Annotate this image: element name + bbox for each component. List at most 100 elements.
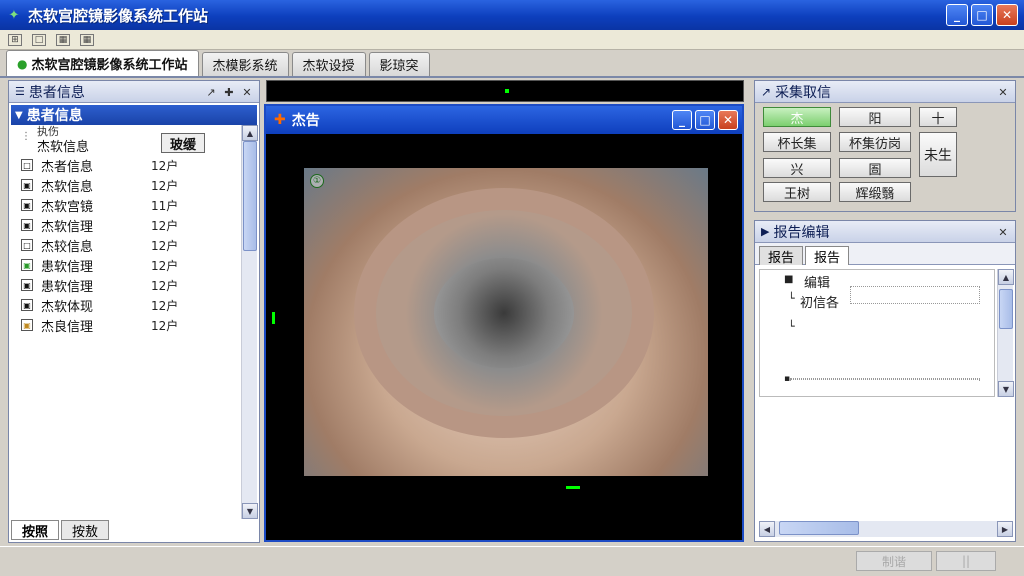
collect-mode-button[interactable]: 杯集彷岗 <box>839 132 911 152</box>
capture-panel-header: ↗ 采集取信 ✕ <box>755 81 1015 103</box>
row-value: 11户 <box>151 198 179 213</box>
tab-workstation[interactable]: ● 杰软宫腔镜影像系统工作站 <box>6 50 199 76</box>
collect-button[interactable]: 杯长集 <box>763 132 831 152</box>
plus-button[interactable]: 十 <box>919 107 957 127</box>
tab-imaging[interactable]: 杰模影系统 <box>201 52 289 76</box>
layout-alt-icon[interactable]: ▦ <box>80 33 94 46</box>
collapse-icon: ▼ <box>15 109 23 121</box>
export-button[interactable]: 兴 <box>763 158 831 178</box>
tree-item-edit[interactable]: 编辑 <box>804 272 830 291</box>
unset-button[interactable]: 未生 <box>919 132 957 177</box>
endoscope-video-frame[interactable]: ① <box>304 168 708 476</box>
hscroll-thumb[interactable] <box>779 521 859 535</box>
add-icon[interactable]: ✚ <box>221 84 237 100</box>
patient-section-header[interactable]: ▼ 患者信息 <box>11 105 257 125</box>
row-icon: ▣ <box>21 279 33 291</box>
list-item[interactable]: ▣ 患软信理 12户 <box>11 255 239 275</box>
left-marker <box>272 312 275 324</box>
video-close-button[interactable]: ✕ <box>718 110 738 130</box>
maximize-button[interactable]: □ <box>971 4 993 26</box>
row-value: 12户 <box>151 278 179 293</box>
patient-panel-title: 患者信息 <box>28 84 85 101</box>
window-icon[interactable]: □ <box>32 33 46 46</box>
report-hscrollbar[interactable]: ◀ ▶ <box>759 521 1013 537</box>
minimize-button[interactable]: _ <box>946 4 968 26</box>
tree-dots-icon: ⋮ <box>21 131 31 142</box>
tree-divider <box>790 378 980 380</box>
workstation-icon: ● <box>17 56 28 71</box>
capture-panel-title: 采集取信 <box>775 84 832 101</box>
tree-node-icon: ■ <box>784 274 794 285</box>
scroll-up-icon[interactable]: ▲ <box>998 269 1014 285</box>
row-label: 杰软信理 <box>41 219 94 235</box>
freeze-button[interactable]: 阳 <box>839 107 911 127</box>
pin-icon[interactable]: ↗ <box>203 84 219 100</box>
patient-panel: ☰ 患者信息 ↗ ✚ ✕ ▼ 患者信息 执伤 ⋮ 杰软信息 玻缓 □ 杰者信息 12… <box>8 80 260 543</box>
report-tree[interactable]: ■ 编辑 └ 初信各 └ ▪ <box>759 269 995 397</box>
capture-button[interactable]: 杰 <box>763 107 831 127</box>
row-icon: ▣ <box>21 179 33 191</box>
image-button[interactable]: 圄 <box>839 158 911 178</box>
list-item[interactable]: ▣ 杰软信理 12户 <box>11 215 239 235</box>
video-restore-button[interactable]: □ <box>695 110 715 130</box>
list-item[interactable]: □ 杰者信息 12户 <box>11 155 239 175</box>
status-box-left: 制谐 <box>856 551 932 571</box>
tab-by-search[interactable]: 按敖 <box>61 520 110 540</box>
list-item[interactable]: ▣ 杰软宫镜 11户 <box>11 195 239 215</box>
row-icon: ▣ <box>21 259 33 271</box>
tab-images[interactable]: 影琼突 <box>368 52 430 76</box>
tab-by-order[interactable]: 按照 <box>11 520 60 540</box>
tab-report-active[interactable]: 报告 <box>805 246 850 266</box>
scroll-thumb[interactable] <box>243 141 257 251</box>
row-label: 患软信理 <box>41 279 94 295</box>
row-icon: ▣ <box>21 199 33 211</box>
list-item[interactable]: ▣ 杰软信息 12户 <box>11 175 239 195</box>
scroll-down-icon[interactable]: ▼ <box>242 503 258 519</box>
tree-branch-icon: └ <box>788 320 795 333</box>
scroll-left-icon[interactable]: ◀ <box>759 521 775 537</box>
grid-icon[interactable]: ⊞ <box>8 33 22 46</box>
list-item[interactable]: ▣ 患软信理 12户 <box>11 275 239 295</box>
video-window: ✚ 杰告 _ □ ✕ ① <box>264 104 744 542</box>
scroll-right-icon[interactable]: ▶ <box>997 521 1013 537</box>
row-value: 12户 <box>151 258 179 273</box>
row-icon: ▣ <box>21 319 33 331</box>
row-label: 患软信理 <box>41 259 94 275</box>
selected-value: 玻缓 <box>161 133 206 153</box>
row-icon: ▣ <box>21 299 33 311</box>
tree-branch-icon: └ <box>788 292 795 305</box>
row-value: 12户 <box>151 218 179 233</box>
scroll-thumb[interactable] <box>999 289 1013 329</box>
patient-list-scrollbar[interactable]: ▲ ▼ <box>241 125 258 519</box>
list-item[interactable]: □ 杰较信息 12户 <box>11 235 239 255</box>
row-icon: □ <box>21 239 33 251</box>
pin-icon: ↗ <box>761 84 772 99</box>
layout-icon[interactable]: ▦ <box>56 33 70 46</box>
patient-bottom-tabs: 按照 按敖 <box>11 520 110 540</box>
tab-report[interactable]: 报告 <box>759 246 804 266</box>
row-label: 杰软体现 <box>41 299 94 315</box>
report-tabs: 报告 报告 <box>755 243 1015 266</box>
list-item[interactable]: ▣ 杰软体现 12户 <box>11 295 239 315</box>
tab-label: 杰模影系统 <box>212 59 278 74</box>
row-label: 杰软信息 <box>41 179 94 195</box>
panel-close-icon[interactable]: ✕ <box>995 224 1011 240</box>
list-item[interactable]: ▣ 杰良信理 12户 <box>11 315 239 335</box>
video-minimize-button[interactable]: _ <box>672 110 692 130</box>
video-window-titlebar: ✚ 杰告 _ □ ✕ <box>266 106 742 134</box>
report-scrollbar[interactable]: ▲ ▼ <box>997 269 1014 397</box>
record-button[interactable]: 辉缎翳 <box>839 182 911 202</box>
panel-close-icon[interactable]: ✕ <box>995 84 1011 100</box>
tree-button[interactable]: 王树 <box>763 182 831 202</box>
section-title: 患者信息 <box>26 108 83 124</box>
list-item[interactable]: 执伤 ⋮ 杰软信息 玻缓 <box>11 125 239 155</box>
scroll-down-icon[interactable]: ▼ <box>998 381 1014 397</box>
close-button[interactable]: ✕ <box>996 4 1018 26</box>
patient-list: 执伤 ⋮ 杰软信息 玻缓 □ 杰者信息 12户 ▣ 杰软信息 12户 ▣ 杰软宫镜 11户 … <box>11 125 239 519</box>
scroll-up-icon[interactable]: ▲ <box>242 125 258 141</box>
tree-item-initial[interactable]: 初信各 <box>800 292 839 311</box>
window-controls: _ □ ✕ <box>946 4 1018 26</box>
panel-close-icon[interactable]: ✕ <box>239 84 255 100</box>
window-titlebar: ✦ 杰软宫腔镜影像系统工作站 _ □ ✕ <box>0 0 1024 30</box>
tab-settings[interactable]: 杰软设授 <box>291 52 366 76</box>
